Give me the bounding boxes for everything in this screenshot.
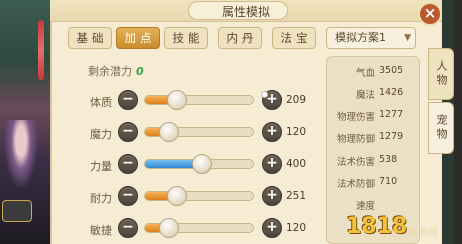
stat-value: 1279 xyxy=(379,131,404,142)
slider-knob[interactable] xyxy=(159,122,179,142)
attribute-row-constitution: 体质 − + 209 xyxy=(88,90,318,114)
stat-label: 法术防御 xyxy=(336,179,375,190)
slider-knob[interactable] xyxy=(167,186,187,206)
attribute-row-magic: 魔力 − + 120 xyxy=(88,122,318,146)
increase-button[interactable]: + xyxy=(262,154,282,174)
attribute-slider[interactable] xyxy=(144,154,254,174)
increase-button[interactable]: + xyxy=(262,122,282,142)
attribute-slider[interactable] xyxy=(144,186,254,206)
attribute-row-endurance: 耐力 − + 251 xyxy=(88,186,318,210)
attribute-slider[interactable] xyxy=(144,90,254,110)
stat-label: 物理防御 xyxy=(336,134,375,145)
attribute-name: 敏捷 xyxy=(90,224,112,237)
stat-value: 538 xyxy=(379,154,398,165)
character-figure xyxy=(4,120,38,190)
window-title: 属性模拟 xyxy=(221,5,270,19)
remaining-potential: 剩余潜力 0 xyxy=(88,63,144,79)
watermark-text: 手游网 xyxy=(408,228,438,239)
decrease-button[interactable]: − xyxy=(118,90,138,110)
stat-label: 魔法 xyxy=(355,90,375,101)
decrease-button[interactable]: − xyxy=(118,154,138,174)
tab-skills[interactable]: 技能 xyxy=(164,27,208,49)
attribute-row-agility: 敏捷 − + 120 xyxy=(88,218,318,242)
tab-add-points[interactable]: 加点 xyxy=(116,27,160,49)
increase-button[interactable]: + xyxy=(262,218,282,238)
stat-label: 速度 xyxy=(355,201,375,212)
attribute-value: 209 xyxy=(286,94,307,106)
cursor-indicator xyxy=(261,91,268,98)
watermark-number: 1818 xyxy=(346,214,408,239)
attribute-name: 力量 xyxy=(90,160,112,173)
remaining-potential-label: 剩余潜力 xyxy=(88,65,132,78)
site-watermark: 1818 手游网 xyxy=(346,214,442,244)
attribute-name: 魔力 xyxy=(90,128,112,141)
attribute-value: 400 xyxy=(286,158,307,170)
attribute-slider[interactable] xyxy=(144,218,254,238)
stat-value: 1426 xyxy=(379,87,404,98)
tab-basic[interactable]: 基础 xyxy=(68,27,112,49)
side-tab-pet[interactable]: 宠物 xyxy=(428,102,454,154)
decrease-button[interactable]: − xyxy=(118,122,138,142)
attribute-slider[interactable] xyxy=(144,122,254,142)
attribute-value: 120 xyxy=(286,126,307,138)
stat-label: 气血 xyxy=(355,68,375,79)
title-bar: 属性模拟 xyxy=(50,0,442,22)
tab-treasure[interactable]: 法宝 xyxy=(272,27,316,49)
stat-value: 3505 xyxy=(379,65,404,76)
slider-knob[interactable] xyxy=(167,90,187,110)
decrease-button[interactable]: − xyxy=(118,186,138,206)
chevron-down-icon: ▼ xyxy=(404,33,411,43)
attribute-name: 耐力 xyxy=(90,192,112,205)
tassel-decoration xyxy=(38,20,44,80)
scheme-dropdown[interactable]: 模拟方案1 ▼ xyxy=(326,27,416,49)
scheme-label: 模拟方案1 xyxy=(335,31,386,44)
increase-button[interactable]: + xyxy=(262,186,282,206)
side-tab-character[interactable]: 人物 xyxy=(428,48,454,100)
close-button[interactable]: × xyxy=(418,2,442,26)
tab-inner-pill[interactable]: 内丹 xyxy=(218,27,262,49)
window-edge xyxy=(454,0,462,244)
stat-value: 710 xyxy=(379,176,398,187)
slider-knob[interactable] xyxy=(192,154,212,174)
stat-label: 物理伤害 xyxy=(336,112,375,123)
game-scene-background xyxy=(0,0,50,244)
stat-value: 1277 xyxy=(379,109,404,120)
remaining-potential-value: 0 xyxy=(136,65,144,78)
attribute-row-strength: 力量 − + 400 xyxy=(88,154,318,178)
attribute-value: 251 xyxy=(286,190,307,202)
attribute-name: 体质 xyxy=(90,96,112,109)
slider-knob[interactable] xyxy=(159,218,179,238)
attribute-value: 120 xyxy=(286,222,307,234)
decrease-button[interactable]: − xyxy=(118,218,138,238)
stat-label: 法术伤害 xyxy=(336,157,375,168)
chat-button[interactable] xyxy=(2,200,32,222)
